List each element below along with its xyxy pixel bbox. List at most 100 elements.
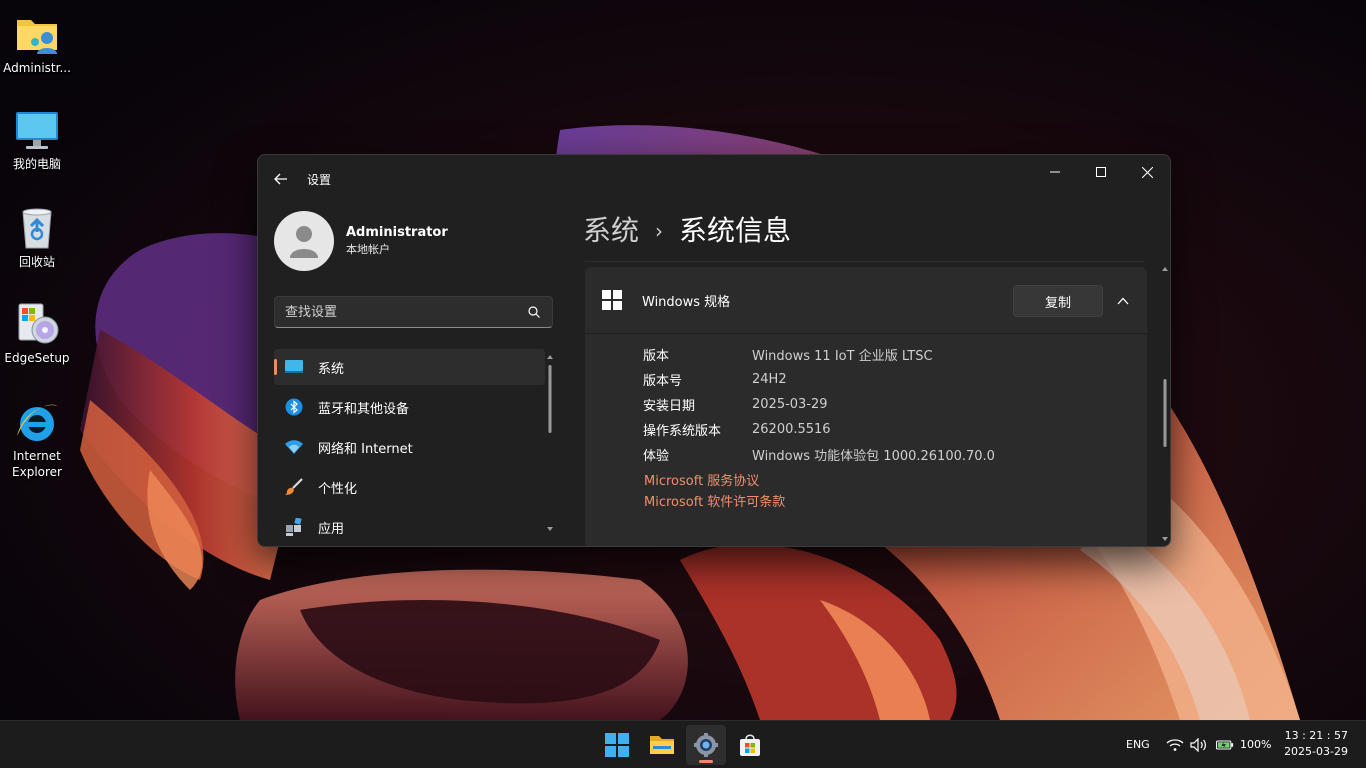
spec-list: 版本 Windows 11 IoT 企业版 LTSC 版本号 24H2 安装日期… [585, 334, 1147, 513]
file-explorer-icon [650, 736, 674, 754]
windows-logo-icon [602, 290, 622, 310]
desktop-icon-label: Internet Explorer [12, 449, 62, 479]
title-bar[interactable]: 设置 [258, 155, 1170, 203]
spec-key: 体验 [643, 449, 670, 464]
desktop-icon-recycle-bin[interactable]: 回收站 [0, 204, 74, 270]
nav-item-label: 个性化 [318, 481, 358, 497]
store-icon [740, 734, 760, 756]
main-scrollbar[interactable] [1160, 263, 1170, 546]
card-title: Windows 规格 [642, 294, 731, 310]
divider [585, 261, 1145, 262]
nav-item-label: 应用 [318, 521, 345, 537]
maximize-icon [1096, 167, 1106, 177]
taskbar-settings[interactable] [686, 725, 726, 765]
clock-date: 2025-03-29 [1284, 745, 1348, 758]
windows-spec-card: Windows 规格 复制 版本 Windows 11 IoT 企业版 LTSC… [585, 267, 1147, 546]
clock-time: 13 : 21 : 57 [1284, 729, 1348, 742]
desktop-icon-administrator[interactable]: Administr... [0, 10, 74, 76]
spec-row-edition: 版本 Windows 11 IoT 企业版 LTSC [643, 342, 1147, 367]
spec-key: 安装日期 [643, 399, 696, 414]
search-input[interactable] [285, 304, 526, 320]
spec-key: 版本号 [643, 374, 683, 389]
volume-icon[interactable] [1190, 736, 1208, 754]
desktop-icon-label: 我的电脑 [12, 157, 61, 171]
settings-window: 设置 Administrator 本地帐户 查找设置 系统 蓝牙和其他设备 网络… [257, 154, 1171, 547]
spec-key: 版本 [643, 349, 670, 364]
profile-name: Administrator [346, 225, 448, 240]
copy-button[interactable]: 复制 [1013, 285, 1103, 317]
spec-row-install-date: 安装日期 2025-03-29 [643, 392, 1147, 417]
spec-value: 26200.5516 [752, 422, 831, 437]
nav-item-system[interactable]: 系统 [274, 349, 545, 385]
paintbrush-icon [284, 477, 304, 497]
system-monitor-icon [284, 357, 304, 377]
minimize-button[interactable] [1032, 157, 1078, 187]
wifi-icon [284, 437, 304, 457]
gear-icon [694, 733, 718, 757]
user-folder-icon [13, 10, 61, 58]
nav-item-personalization[interactable]: 个性化 [274, 469, 545, 505]
window-title: 设置 [307, 173, 332, 187]
apps-icon [284, 517, 304, 537]
taskbar-file-explorer[interactable] [642, 725, 682, 765]
license-terms-link[interactable]: Microsoft 软件许可条款 [644, 492, 1147, 513]
windows-start-icon [605, 733, 629, 757]
spec-value: 24H2 [752, 372, 787, 387]
search-icon[interactable] [526, 304, 542, 320]
installer-disc-icon [13, 300, 61, 348]
desktop-icon-label: EdgeSetup [4, 351, 70, 365]
user-profile[interactable]: Administrator 本地帐户 [274, 211, 448, 271]
taskbar: ENG 100% 13 : 21 : 57 2025-03-29 [0, 720, 1366, 768]
services-agreement-link[interactable]: Microsoft 服务协议 [644, 471, 1147, 492]
minimize-icon [1050, 171, 1060, 173]
spec-value: 2025-03-29 [752, 397, 828, 412]
spec-value: Windows 11 IoT 企业版 LTSC [752, 349, 933, 364]
card-header[interactable]: Windows 规格 复制 [585, 267, 1147, 333]
desktop-icon-edgesetup[interactable]: EdgeSetup [0, 300, 74, 366]
close-icon [1141, 166, 1153, 178]
spec-key: 操作系统版本 [643, 424, 722, 439]
spec-row-experience: 体验 Windows 功能体验包 1000.26100.70.0 [643, 442, 1147, 467]
chevron-up-icon [1117, 297, 1129, 305]
spec-row-version: 版本号 24H2 [643, 367, 1147, 392]
desktop-icon-label: Administr... [3, 61, 71, 75]
internet-explorer-icon [13, 398, 61, 446]
desktop-icon-internet-explorer[interactable]: Internet Explorer [0, 398, 74, 480]
avatar [274, 211, 334, 271]
system-clock[interactable]: 13 : 21 : 57 2025-03-29 [1284, 728, 1348, 760]
desktop-icon-label: 回收站 [18, 255, 55, 269]
battery-percentage: 100% [1240, 738, 1272, 751]
user-avatar-icon [290, 226, 318, 258]
breadcrumb: 系统 › 系统信息 [583, 213, 791, 249]
nav-item-label: 蓝牙和其他设备 [318, 401, 410, 417]
nav-item-apps[interactable]: 应用 [274, 509, 545, 545]
nav-item-bluetooth[interactable]: 蓝牙和其他设备 [274, 389, 545, 425]
bluetooth-icon [284, 397, 304, 417]
maximize-button[interactable] [1078, 157, 1124, 187]
settings-nav: 系统 蓝牙和其他设备 网络和 Internet 个性化 应用 [274, 349, 545, 546]
desktop-icon-my-computer[interactable]: 我的电脑 [0, 106, 74, 172]
monitor-icon [13, 106, 61, 154]
page-title: 系统信息 [679, 214, 792, 247]
start-button[interactable] [597, 725, 637, 765]
breadcrumb-separator: › [655, 219, 664, 243]
active-indicator [699, 760, 713, 763]
spec-row-os-build: 操作系统版本 26200.5516 [643, 417, 1147, 442]
input-language[interactable]: ENG [1126, 738, 1150, 751]
arrow-left-icon [274, 173, 287, 185]
profile-account-type: 本地帐户 [346, 243, 390, 256]
nav-scrollbar[interactable] [545, 351, 555, 537]
collapse-button[interactable] [1113, 291, 1133, 311]
nav-item-network[interactable]: 网络和 Internet [274, 429, 545, 465]
wifi-tray-icon[interactable] [1166, 736, 1184, 754]
spec-value: Windows 功能体验包 1000.26100.70.0 [752, 449, 995, 464]
recycle-bin-icon [13, 204, 61, 252]
back-button[interactable] [270, 168, 292, 190]
battery-charging-icon[interactable] [1216, 736, 1234, 754]
breadcrumb-parent[interactable]: 系统 [583, 213, 639, 249]
nav-item-label: 网络和 Internet [318, 441, 413, 457]
search-box[interactable] [274, 296, 553, 328]
taskbar-store[interactable] [730, 725, 770, 765]
nav-item-label: 系统 [318, 361, 345, 377]
close-button[interactable] [1124, 157, 1170, 187]
